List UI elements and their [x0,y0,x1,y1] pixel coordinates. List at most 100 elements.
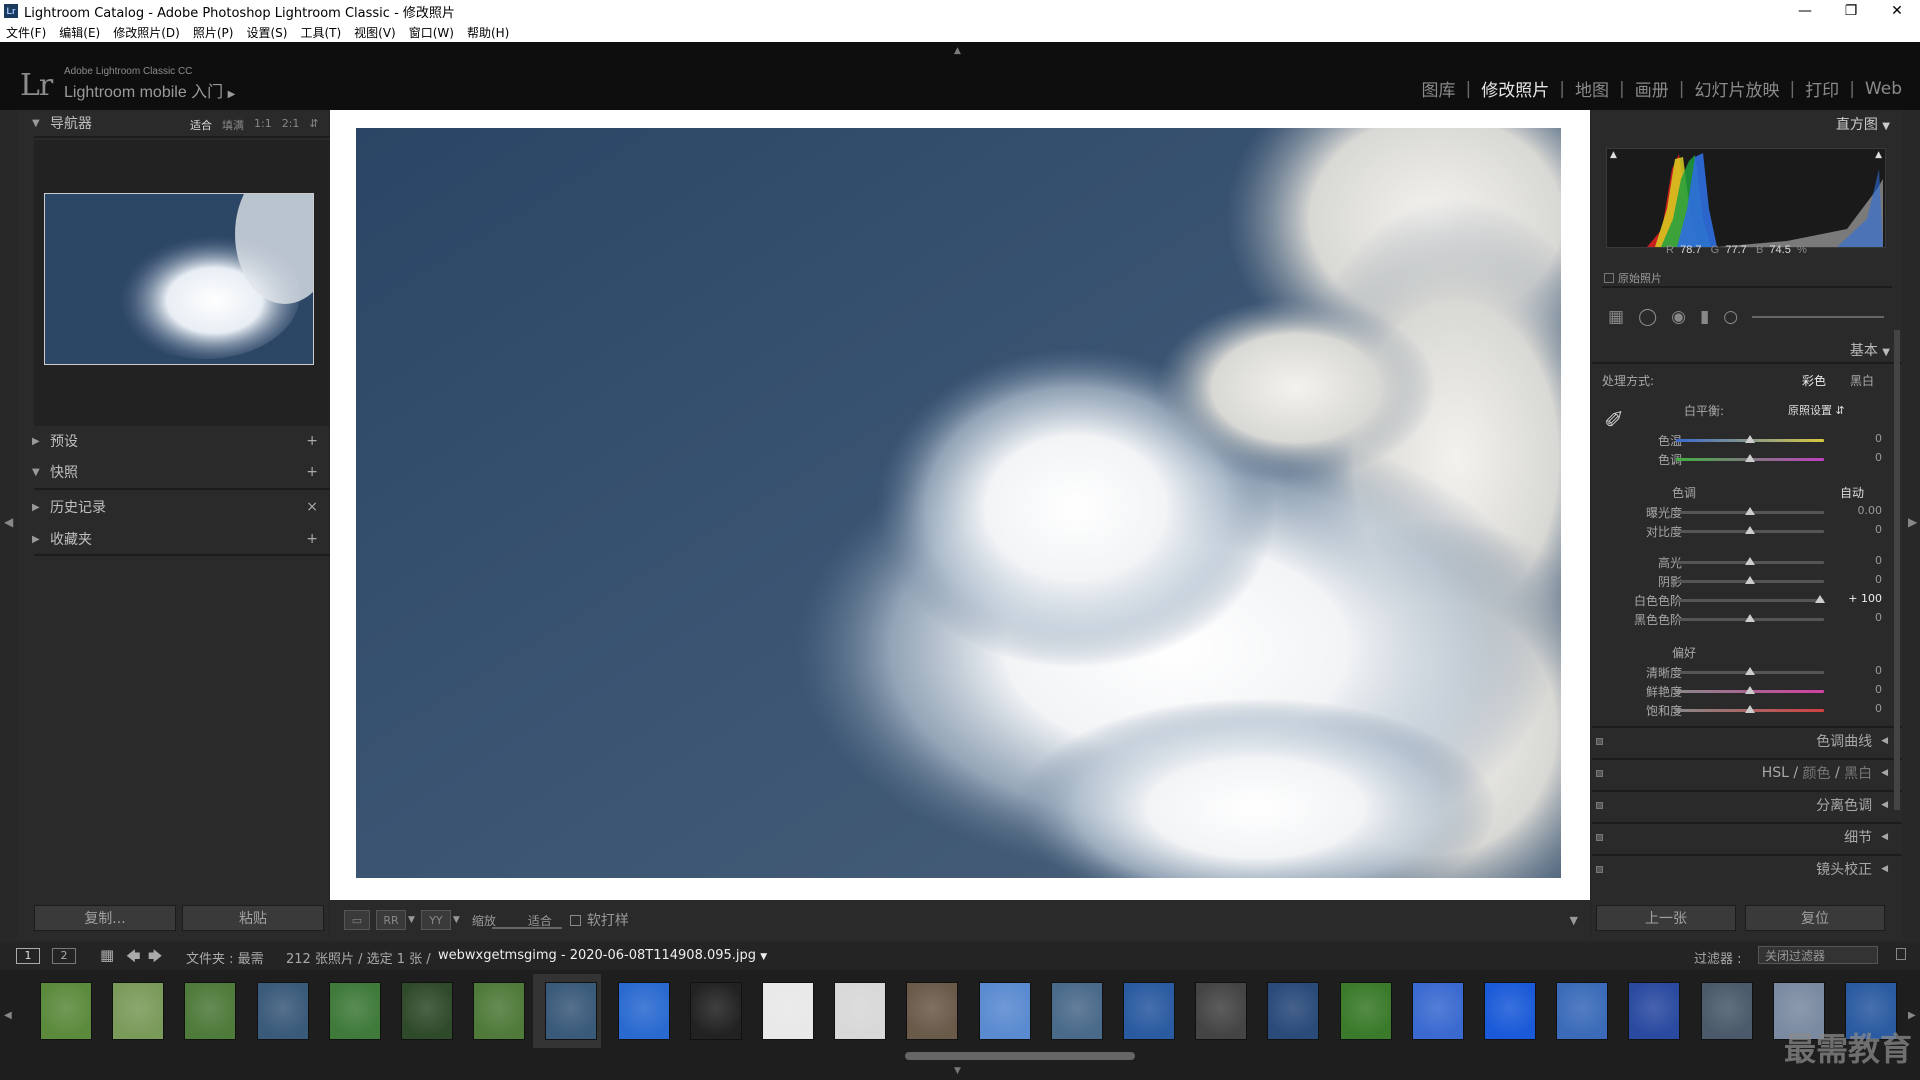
vibrance-slider[interactable] [1676,686,1824,694]
folder-source[interactable]: 文件夹 : 最需 [186,948,264,967]
main-photo[interactable] [356,128,1561,878]
module-map[interactable]: 地图 [1565,76,1619,101]
saturation-slider[interactable] [1676,705,1824,713]
bw-tab[interactable]: 黑白 [1844,763,1872,783]
thumbnail[interactable] [473,982,526,1040]
menu-edit[interactable]: 编辑(E) [59,24,100,41]
menu-photo[interactable]: 照片(P) [193,24,234,41]
collapse-right-icon[interactable]: ▶ [1908,515,1917,529]
adjustment-brush-icon[interactable] [1752,316,1884,318]
highlights-value[interactable]: 0 [1842,554,1882,567]
filter-lock-icon[interactable] [1896,948,1906,960]
dropdown-icon[interactable]: ▼ [453,915,460,925]
slider-thumb[interactable] [1745,667,1755,675]
toolbar-menu-icon[interactable]: ▼ [1570,914,1578,927]
previous-button[interactable]: 上一张 [1596,905,1736,931]
blacks-value[interactable]: 0 [1842,611,1882,624]
contrast-slider[interactable] [1676,526,1824,534]
main-window-button[interactable]: 1 [16,948,40,964]
mobile-link[interactable]: Lightroom mobile 入门 ▶ [64,78,235,102]
panel-switch[interactable] [1596,737,1603,745]
whites-value[interactable]: + 100 [1842,592,1882,605]
thumbnail[interactable] [978,982,1031,1040]
contrast-value[interactable]: 0 [1842,523,1882,536]
module-slideshow[interactable]: 幻灯片放映 [1684,76,1789,101]
copy-settings-button[interactable]: 复制... [34,905,176,931]
module-print[interactable]: 打印 [1795,76,1849,101]
presets-header[interactable]: ▶ 预设 + [32,428,342,454]
clarity-slider[interactable] [1676,667,1824,675]
shadows-slider[interactable] [1676,576,1824,584]
radial-filter-icon[interactable]: ○ [1723,307,1738,327]
menu-help[interactable]: 帮助(H) [467,24,509,41]
hsl-tab[interactable]: HSL [1762,765,1789,781]
thumbnail[interactable] [1700,982,1753,1040]
highlight-clip-icon[interactable]: ▲ [1875,150,1882,160]
temp-value[interactable]: 0 [1842,432,1882,445]
filmstrip-right-icon[interactable]: ▶ [1908,1010,1916,1021]
highlights-slider[interactable] [1676,557,1824,565]
filmstrip-scrollbar[interactable] [905,1052,1135,1060]
thumbnail[interactable] [689,982,742,1040]
clear-history-icon[interactable]: × [306,499,318,515]
clarity-value[interactable]: 0 [1842,664,1882,677]
slider-thumb[interactable] [1745,686,1755,694]
thumbnail[interactable] [401,982,453,1040]
blacks-slider[interactable] [1676,614,1824,622]
module-web[interactable]: Web [1855,79,1912,99]
panel-scrollbar[interactable] [1894,330,1900,810]
crop-tool-icon[interactable]: ▦ [1608,307,1624,327]
minimize-icon[interactable]: — [1782,0,1828,22]
auto-tone-button[interactable]: 自动 [1840,484,1864,501]
menu-settings[interactable]: 设置(S) [246,24,287,41]
shadow-clip-icon[interactable]: ▲ [1610,150,1617,160]
detail-header[interactable]: 细节 ◀ [1592,822,1902,850]
slider-thumb[interactable] [1814,595,1825,603]
panel-switch[interactable] [1596,833,1603,841]
basic-header[interactable]: 基本 ▼ [1850,340,1890,360]
treatment-bw[interactable]: 黑白 [1850,372,1874,389]
before-after-icon[interactable]: RR [376,910,406,930]
slider-thumb[interactable] [1745,454,1755,462]
module-book[interactable]: 画册 [1625,76,1679,101]
reset-button[interactable]: 复位 [1745,905,1885,931]
zoom-fill[interactable]: 填满 [222,117,244,133]
history-header[interactable]: ▶ 历史记录 × [32,494,342,520]
panel-switch[interactable] [1596,865,1603,873]
grid-view-icon[interactable]: ▦ [100,946,114,964]
thumbnail[interactable] [834,982,887,1040]
graduated-filter-icon[interactable]: ▮ [1700,307,1709,327]
shadows-value[interactable]: 0 [1842,573,1882,586]
slider-thumb[interactable] [1745,614,1755,622]
before-after-split-icon[interactable]: YY [420,910,451,930]
menu-view[interactable]: 视图(V) [354,24,396,41]
tint-slider[interactable] [1676,454,1824,462]
loupe-view-icon[interactable]: ▭ [344,910,370,930]
thumbnail[interactable] [1050,982,1103,1040]
zoom-fit[interactable]: 适合 [190,117,212,133]
red-eye-icon[interactable]: ◉ [1671,307,1686,327]
dropdown-icon[interactable]: ▼ [408,915,415,925]
module-library[interactable]: 图库 [1412,76,1466,101]
thumbnail[interactable] [40,982,92,1040]
close-window-icon[interactable]: ✕ [1874,0,1920,22]
slider-thumb[interactable] [1745,705,1755,713]
split-toning-header[interactable]: 分离色调 ◀ [1592,790,1902,818]
slider-thumb[interactable] [1745,557,1755,565]
zoom-dropdown-icon[interactable]: ⇵ [309,117,318,133]
menu-tools[interactable]: 工具(T) [300,24,341,41]
filename[interactable]: webwxgetmsgimg - 2020-06-08T114908.095.j… [438,948,767,963]
exposure-slider[interactable] [1676,507,1824,515]
exposure-value[interactable]: 0.00 [1842,504,1883,517]
zoom-2to1[interactable]: 2:1 [282,117,300,133]
wb-select[interactable]: 原照设置 ⇵ [1788,402,1845,418]
thumbnail[interactable] [762,982,814,1040]
thumbnail[interactable] [1628,982,1681,1040]
navigator-thumbnail[interactable] [44,193,314,365]
thumbnail[interactable] [1484,982,1536,1040]
second-window-button[interactable]: 2 [52,948,76,964]
panel-switch[interactable] [1596,769,1603,777]
thumbnail[interactable] [1339,982,1392,1040]
spot-removal-icon[interactable]: ◯ [1638,307,1657,327]
thumbnail[interactable] [256,982,309,1040]
